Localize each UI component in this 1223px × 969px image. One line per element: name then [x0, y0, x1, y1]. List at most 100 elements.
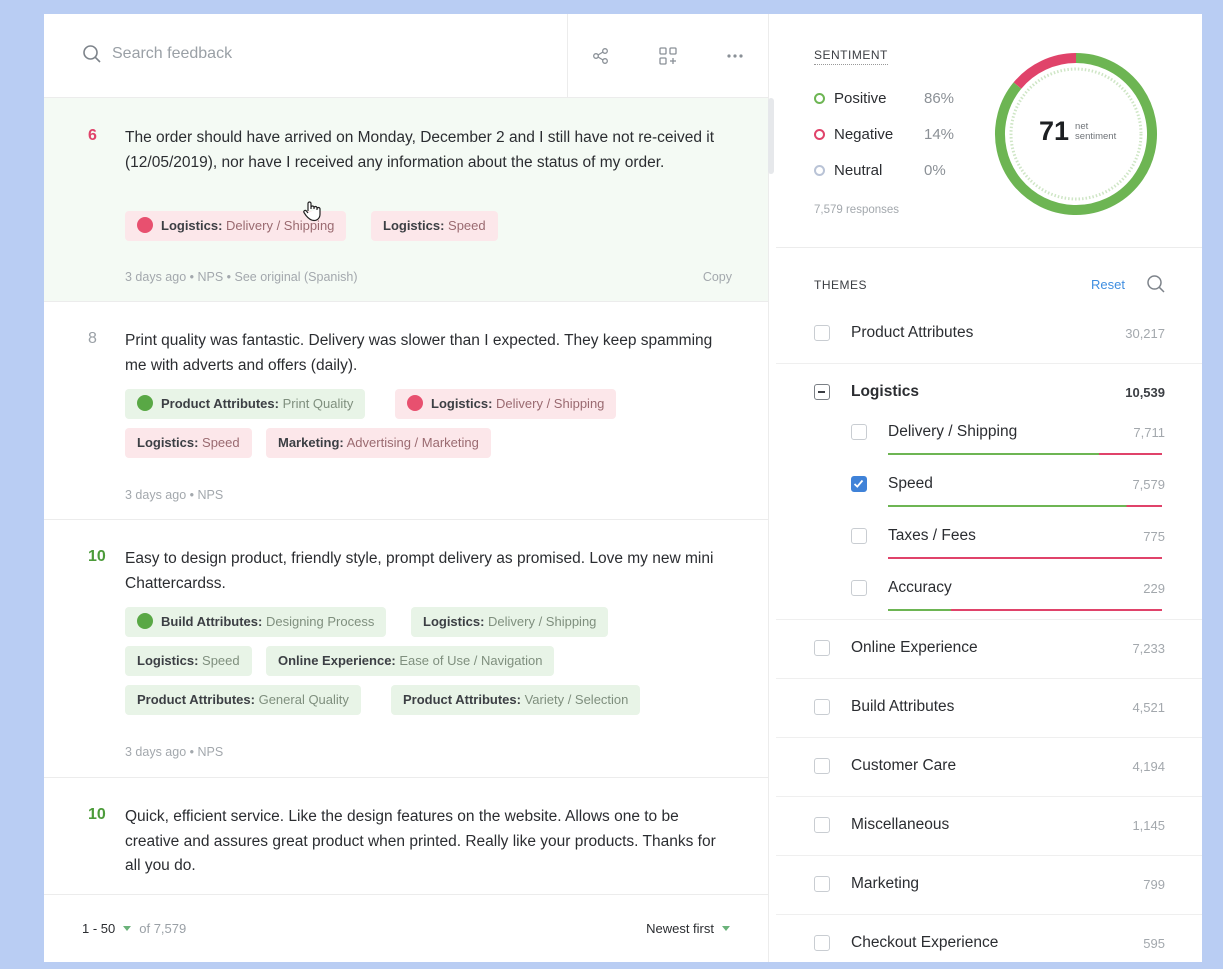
legend-negative: Negative 14% [814, 126, 954, 143]
negative-dot-icon [814, 129, 825, 140]
positive-dot-icon [814, 93, 825, 104]
theme-count: 1,145 [1132, 818, 1165, 833]
positive-face-icon [137, 395, 153, 411]
theme-checkbox[interactable] [851, 528, 867, 544]
pagination-bar: 1 - 50 of 7,579 Newest first [44, 894, 768, 962]
theme-tag[interactable]: Logistics: Delivery / Shipping [395, 389, 617, 419]
theme-label: Marketing [851, 875, 920, 892]
page-range[interactable]: 1 - 50 of 7,579 [82, 921, 186, 936]
theme-checkbox[interactable] [814, 935, 830, 951]
theme-label: Online Experience [851, 639, 978, 656]
theme-label: Miscellaneous [851, 816, 950, 833]
sentiment-title: SENTIMENT [814, 48, 888, 65]
nps-score: 6 [88, 127, 97, 144]
theme-count: 10,539 [1125, 385, 1165, 400]
sort-dropdown[interactable]: Newest first [646, 921, 738, 936]
theme-row[interactable]: Product Attributes 30,217 [776, 304, 1202, 364]
themes-title: THEMES [814, 278, 868, 292]
theme-row[interactable]: Customer Care 4,194 [776, 737, 1202, 797]
theme-tag[interactable]: Product Attributes: Print Quality [125, 389, 366, 419]
negative-face-icon [407, 395, 423, 411]
theme-tag[interactable]: Online Experience: Ease of Use / Navigat… [266, 646, 555, 676]
theme-label: Build Attributes [851, 698, 955, 715]
search-icon[interactable] [1146, 274, 1166, 294]
theme-row[interactable]: Checkout Experience 595 [776, 914, 1202, 962]
feedback-card[interactable]: 8 Print quality was fantastic. Delivery … [44, 301, 768, 520]
theme-tag[interactable]: Logistics: Delivery / Shipping [411, 607, 609, 637]
feedback-toolbar: Search feedback [44, 14, 768, 98]
grid-add-icon [659, 46, 677, 65]
sentiment-bar [888, 557, 1162, 559]
theme-row[interactable]: Build Attributes 4,521 [776, 678, 1202, 738]
theme-label: Delivery / Shipping [888, 423, 1018, 440]
negative-arc [1013, 53, 1077, 89]
search-input[interactable]: Search feedback [82, 44, 232, 64]
theme-row[interactable]: Miscellaneous 1,145 [776, 796, 1202, 856]
theme-row[interactable]: Online Experience 7,233 [776, 619, 1202, 679]
theme-tag[interactable]: Logistics: Speed [125, 428, 252, 458]
theme-tag[interactable]: Marketing: Advertising / Marketing [266, 428, 491, 458]
feedback-card[interactable]: 6 The order should have arrived on Monda… [44, 98, 768, 302]
add-widget-button[interactable] [652, 40, 684, 72]
copy-button[interactable]: Copy [703, 270, 732, 284]
nps-score: 8 [88, 330, 97, 347]
nps-score: 10 [88, 806, 106, 823]
theme-checkbox-checked[interactable] [851, 476, 867, 492]
theme-count: 229 [1143, 581, 1165, 596]
negative-face-icon [137, 217, 153, 233]
search-icon [83, 45, 101, 63]
theme-count: 775 [1143, 529, 1165, 544]
feedback-text: Quick, efficient service. Like the desig… [125, 808, 716, 874]
scrollbar[interactable] [768, 98, 774, 174]
theme-row[interactable]: Marketing 799 [776, 855, 1202, 915]
theme-tag[interactable]: Build Attributes: Designing Process [125, 607, 387, 637]
theme-checkbox[interactable] [814, 640, 830, 656]
feedback-text: The order should have arrived on Monday,… [125, 129, 715, 171]
theme-count: 4,194 [1132, 759, 1165, 774]
theme-tag[interactable]: Logistics: Speed [371, 211, 498, 241]
theme-label: Product Attributes [851, 324, 974, 341]
legend-neutral: Neutral 0% [814, 162, 946, 179]
theme-count: 799 [1143, 877, 1165, 892]
theme-tag[interactable]: Product Attributes: General Quality [125, 685, 361, 715]
divider [776, 247, 1202, 248]
feedback-text: Easy to design product, friendly style, … [125, 550, 714, 592]
theme-checkbox[interactable] [814, 817, 830, 833]
theme-count: 30,217 [1125, 326, 1165, 341]
response-count: 7,579 responses [814, 204, 900, 216]
insights-panel: SENTIMENT Positive 86% Negative 14% Neut… [776, 14, 1202, 962]
theme-count: 4,521 [1132, 700, 1165, 715]
theme-checkbox[interactable] [814, 876, 830, 892]
share-icon [593, 47, 609, 64]
search-placeholder: Search feedback [112, 45, 233, 62]
legend-positive: Positive 86% [814, 90, 954, 107]
theme-count: 7,233 [1132, 641, 1165, 656]
net-sentiment: 71 net sentiment [1039, 116, 1117, 146]
subtheme-row[interactable]: Delivery / Shipping 7,711 [776, 411, 1202, 463]
nps-score: 10 [88, 548, 106, 565]
subtheme-row[interactable]: Speed 7,579 [776, 463, 1202, 515]
hand-cursor-icon [303, 201, 321, 222]
theme-checkbox[interactable] [814, 758, 830, 774]
chevron-down-icon [123, 926, 132, 931]
chevron-down-icon [722, 926, 730, 931]
theme-tag[interactable]: Logistics: Speed [125, 646, 252, 676]
subtheme-row[interactable]: Taxes / Fees 775 [776, 515, 1202, 567]
theme-checkbox[interactable] [814, 325, 830, 341]
collapse-checkbox[interactable] [814, 384, 830, 400]
theme-label: Checkout Experience [851, 934, 999, 951]
theme-label: Customer Care [851, 757, 957, 774]
feedback-meta: 3 days ago • NPS • See original (Spanish… [125, 270, 358, 284]
subtheme-row[interactable]: Accuracy 229 [776, 567, 1202, 620]
more-button[interactable] [719, 40, 751, 72]
feedback-card[interactable]: 10 Easy to design product, friendly styl… [44, 519, 768, 778]
reset-button[interactable]: Reset [1091, 277, 1125, 292]
theme-checkbox[interactable] [814, 699, 830, 715]
theme-checkbox[interactable] [851, 580, 867, 596]
neutral-dot-icon [814, 165, 825, 176]
sentiment-bar [888, 453, 1162, 455]
theme-tag[interactable]: Product Attributes: Variety / Selection [391, 685, 641, 715]
sentiment-bar [888, 505, 1162, 507]
share-button[interactable] [585, 40, 617, 72]
theme-checkbox[interactable] [851, 424, 867, 440]
